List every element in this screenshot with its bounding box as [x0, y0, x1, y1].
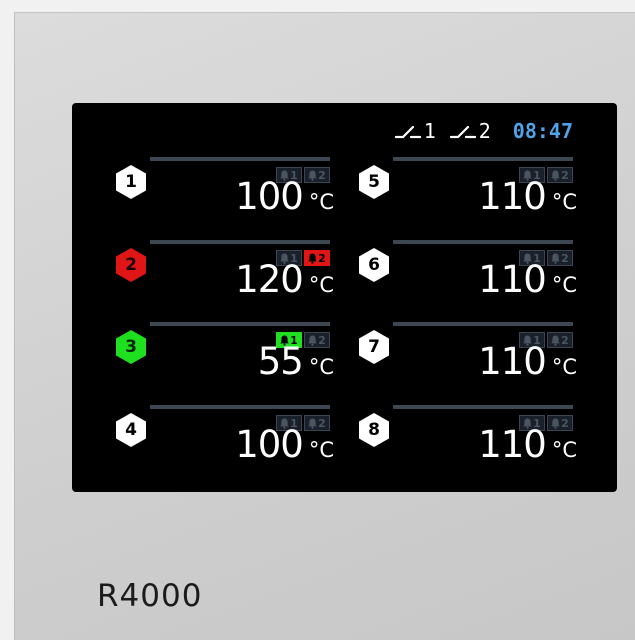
temperature-unit: °C [308, 355, 334, 379]
temperature-reading: 120 °C [235, 261, 334, 298]
temperature-value: 110 [478, 258, 547, 301]
temperature-unit: °C [308, 438, 334, 462]
temperature-unit: °C [551, 273, 577, 297]
relay-contact-icon [394, 125, 421, 139]
temperature-value: 100 [235, 175, 304, 218]
channel-number: 7 [368, 337, 380, 357]
channel-badge: 7 [355, 328, 393, 366]
temperature-reading: 110 °C [478, 343, 577, 380]
relay-2-label: 2 [478, 119, 491, 143]
channel-6[interactable]: 6 1 2 110 °C [355, 240, 585, 310]
temperature-unit: °C [551, 438, 577, 462]
channel-divider [150, 157, 330, 161]
channel-badge: 5 [355, 163, 393, 201]
channel-divider [150, 322, 330, 326]
channel-number: 1 [125, 172, 137, 192]
channel-5[interactable]: 5 1 2 110 °C [355, 157, 585, 227]
channel-number: 6 [368, 255, 380, 275]
channel-1[interactable]: 1 1 2 100 °C [112, 157, 342, 227]
channel-number: 2 [125, 255, 137, 275]
channel-number: 8 [368, 420, 380, 440]
channel-divider [393, 157, 573, 161]
temperature-value: 110 [478, 423, 547, 466]
channel-divider [393, 240, 573, 244]
channel-badge: 4 [112, 411, 150, 449]
temperature-unit: °C [308, 273, 334, 297]
relay-1-indicator: 1 [394, 119, 436, 143]
channel-badge: 2 [112, 246, 150, 284]
temperature-reading: 100 °C [235, 426, 334, 463]
channel-7[interactable]: 7 1 2 110 °C [355, 322, 585, 392]
channel-number: 5 [368, 172, 380, 192]
model-label: R4000 [97, 578, 203, 614]
channel-3[interactable]: 3 1 2 55 °C [112, 322, 342, 392]
relay-contact-icon [449, 125, 476, 139]
status-bar: 1 2 08:47 [394, 119, 573, 143]
channel-number: 4 [125, 420, 137, 440]
channel-number: 3 [125, 337, 137, 357]
channel-divider [150, 405, 330, 409]
temperature-value: 120 [235, 258, 304, 301]
channel-divider [150, 240, 330, 244]
channel-badge: 8 [355, 411, 393, 449]
device-panel: 1 2 08:47 1 1 2 100 °C 2 1 2 120 °C 3 1 2 55 °C 4121… [14, 12, 635, 640]
channel-4[interactable]: 4 1 2 100 °C [112, 405, 342, 475]
temperature-value: 100 [235, 423, 304, 466]
temperature-reading: 100 °C [235, 178, 334, 215]
temperature-unit: °C [551, 190, 577, 214]
channel-divider [393, 405, 573, 409]
channel-divider [393, 322, 573, 326]
temperature-unit: °C [551, 355, 577, 379]
relay-1-label: 1 [423, 119, 436, 143]
channel-8[interactable]: 8 1 2 110 °C [355, 405, 585, 475]
channel-2[interactable]: 2 1 2 120 °C [112, 240, 342, 310]
temperature-reading: 55 °C [258, 343, 334, 380]
channel-badge: 1 [112, 163, 150, 201]
display-screen: 1 2 08:47 1 1 2 100 °C 2 1 2 120 °C 3 1 2 55 °C 4121… [72, 103, 617, 492]
temperature-unit: °C [308, 190, 334, 214]
temperature-reading: 110 °C [478, 178, 577, 215]
relay-2-indicator: 2 [449, 119, 491, 143]
channel-badge: 3 [112, 328, 150, 366]
temperature-value: 110 [478, 340, 547, 383]
temperature-reading: 110 °C [478, 261, 577, 298]
temperature-value: 110 [478, 175, 547, 218]
temperature-value: 55 [257, 340, 304, 383]
clock-time: 08:47 [512, 119, 573, 143]
channel-badge: 6 [355, 246, 393, 284]
temperature-reading: 110 °C [478, 426, 577, 463]
